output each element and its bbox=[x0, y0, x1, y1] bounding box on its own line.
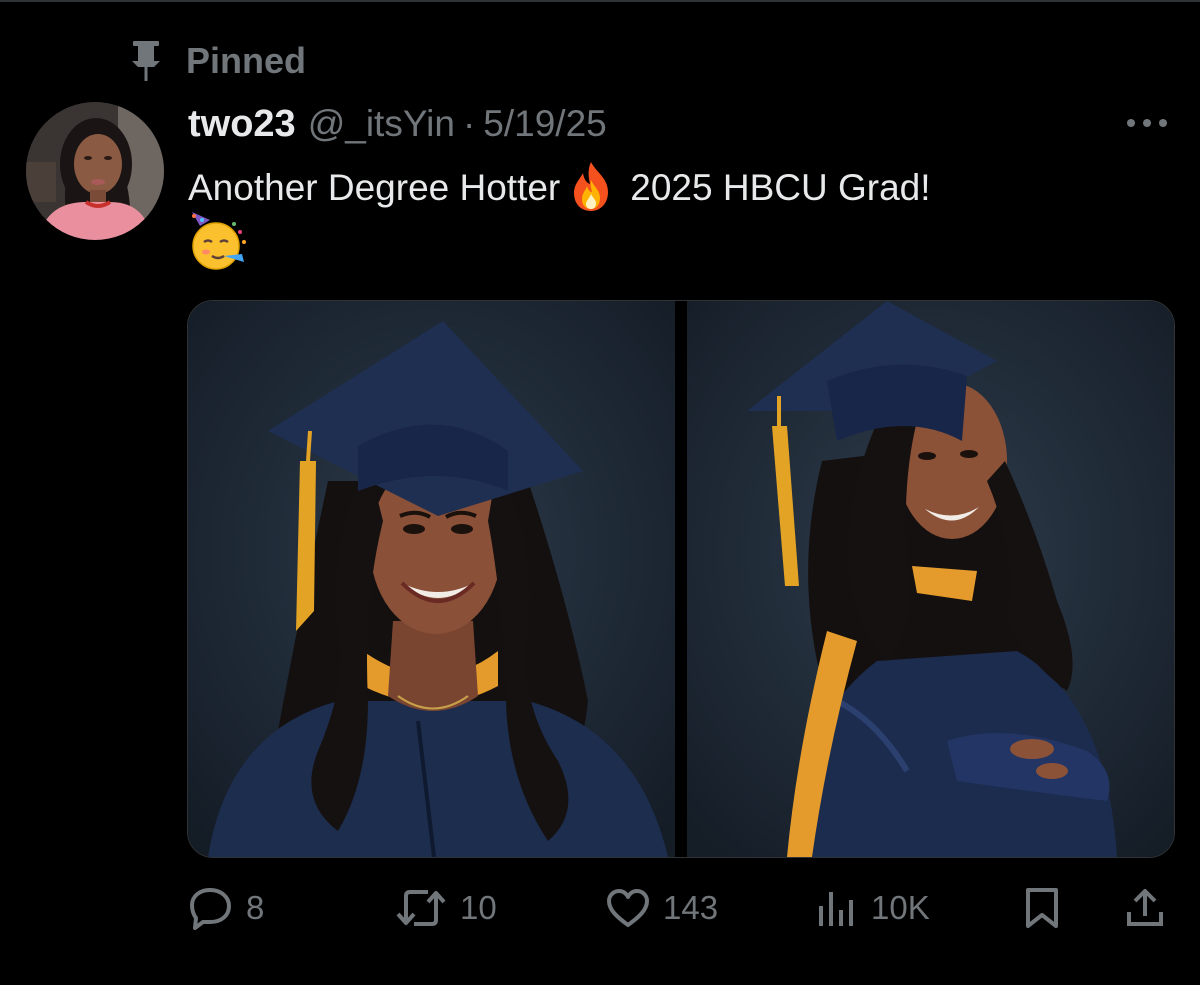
graduate-portrait-front-image bbox=[188, 301, 675, 857]
timestamp[interactable]: 5/19/25 bbox=[483, 103, 606, 145]
more-options-button[interactable] bbox=[1122, 106, 1172, 140]
bookmark-icon bbox=[1026, 888, 1058, 928]
share-upload-icon bbox=[1127, 889, 1163, 926]
bookmark-button[interactable] bbox=[1022, 878, 1062, 938]
fire-emoji-icon bbox=[574, 162, 609, 212]
photo-1[interactable] bbox=[188, 301, 675, 857]
reply-icon bbox=[190, 888, 231, 930]
user-handle[interactable]: @_itsYin bbox=[308, 103, 455, 145]
heart-icon bbox=[607, 889, 649, 927]
reply-count: 8 bbox=[246, 889, 265, 926]
avatar-image bbox=[26, 102, 164, 240]
like-count: 143 bbox=[663, 889, 719, 926]
partying-face-emoji-icon bbox=[192, 212, 246, 270]
repost-count: 10 bbox=[460, 889, 497, 926]
top-divider bbox=[0, 0, 1200, 2]
tweet-text: Another Degree Hotter 2025 HBCU Grad! bbox=[188, 160, 1178, 272]
repost-button[interactable]: 10 bbox=[394, 878, 497, 938]
ellipsis-icon bbox=[1127, 119, 1167, 127]
reply-button[interactable]: 8 bbox=[188, 878, 264, 938]
pin-icon bbox=[132, 41, 160, 81]
views-button[interactable]: 10K bbox=[815, 878, 930, 938]
share-button[interactable] bbox=[1123, 878, 1167, 938]
tweet-text-part-2: 2025 HBCU Grad! bbox=[630, 167, 931, 208]
separator-dot: · bbox=[462, 103, 476, 144]
photo-2[interactable] bbox=[687, 301, 1174, 857]
pinned-label: Pinned bbox=[186, 40, 307, 81]
action-bar: 8 10 143 10K bbox=[0, 878, 1200, 938]
tweet-text-part-1: Another Degree Hotter bbox=[188, 167, 561, 208]
tweet-header: two23 @_itsYin · 5/19/25 bbox=[188, 100, 607, 148]
media-grid bbox=[187, 300, 1175, 858]
graduate-portrait-side-image bbox=[687, 301, 1174, 857]
views-count: 10K bbox=[871, 889, 930, 926]
analytics-bars-icon bbox=[819, 892, 853, 926]
repost-icon bbox=[396, 890, 446, 926]
like-button[interactable]: 143 bbox=[605, 878, 718, 938]
pinned-indicator: Pinned bbox=[128, 40, 306, 82]
display-name[interactable]: two23 bbox=[188, 103, 296, 146]
avatar[interactable] bbox=[26, 102, 164, 240]
